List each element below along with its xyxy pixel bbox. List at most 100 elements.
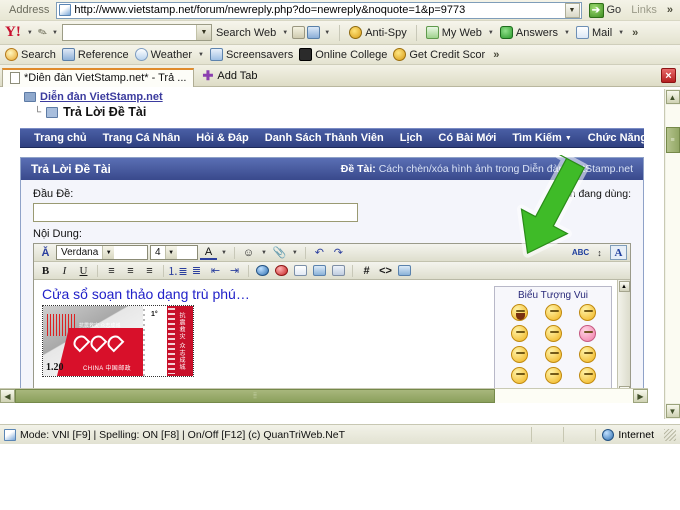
nav-item-home[interactable]: Trang chủ bbox=[26, 132, 95, 144]
italic-button[interactable]: I bbox=[56, 263, 73, 278]
attachment-arrow-icon[interactable]: ▼ bbox=[290, 250, 300, 256]
shortcut-weather[interactable]: Weather bbox=[133, 48, 194, 61]
yahoo-overflow-icon[interactable]: » bbox=[628, 27, 642, 39]
vscroll-thumb[interactable]: ≡ bbox=[665, 127, 680, 153]
insert-email-button[interactable] bbox=[292, 263, 309, 278]
highlighter-icon[interactable]: ✎ bbox=[35, 24, 50, 40]
browser-tab[interactable]: *Diễn đàn VietStamp.net* - Trả ... bbox=[2, 67, 195, 87]
yahoo-logo-icon[interactable]: Y! bbox=[3, 24, 23, 41]
emoticon-blush[interactable] bbox=[537, 367, 569, 384]
editor-body[interactable]: Cửa sổ soạn thảo dạng trù phú… 抗震救灾 众志成城… bbox=[34, 280, 494, 398]
inserted-image-selection[interactable]: 抗震救灾 众志成城 1.20 CHINA 中国邮政 1° 抗震救灾 众志成城 bbox=[42, 305, 194, 377]
scroll-down-icon[interactable]: ▼ bbox=[665, 404, 680, 418]
search-web-button[interactable]: Search Web bbox=[214, 27, 278, 39]
nav-item-search[interactable]: Tìm Kiếm ▼ bbox=[504, 132, 579, 144]
bold-button[interactable]: B bbox=[37, 263, 54, 278]
nav-item-functions[interactable]: Chức Năng ▼ bbox=[580, 132, 664, 144]
emoticon-silly[interactable] bbox=[503, 367, 535, 384]
emoticon-wave[interactable] bbox=[571, 304, 603, 321]
emoticon-icon[interactable]: ☺ bbox=[240, 245, 257, 260]
font-family-select[interactable]: Verdana ▼ bbox=[56, 245, 148, 260]
scroll-left-icon[interactable]: ◀ bbox=[0, 389, 15, 403]
my-web-arrow-icon[interactable]: ▼ bbox=[486, 30, 496, 36]
align-center-button[interactable]: ≡ bbox=[122, 263, 139, 278]
mail-arrow-icon[interactable]: ▼ bbox=[616, 30, 626, 36]
answers-button[interactable]: Answers bbox=[498, 26, 560, 39]
yahoo-search-input[interactable]: ▼ bbox=[61, 24, 212, 41]
hscroll-thumb[interactable]: ⦙⦙ bbox=[15, 389, 495, 403]
weather-arrow-icon[interactable]: ▼ bbox=[196, 52, 206, 58]
scroll-right-icon[interactable]: ▶ bbox=[633, 389, 648, 403]
address-dropdown-icon[interactable]: ▼ bbox=[564, 2, 580, 18]
emoticon-neutral[interactable] bbox=[537, 304, 569, 321]
mail-button[interactable]: Mail bbox=[574, 26, 614, 39]
security-zone[interactable]: Internet bbox=[595, 428, 660, 441]
yahoo-search-dropdown-icon[interactable]: ▼ bbox=[195, 25, 211, 40]
nav-item-members[interactable]: Danh Sách Thành Viên bbox=[257, 132, 392, 144]
insert-media-button[interactable] bbox=[396, 263, 413, 278]
emoticon-cool[interactable] bbox=[503, 325, 535, 342]
my-web-button[interactable]: My Web bbox=[424, 26, 484, 39]
insert-flash-button[interactable] bbox=[330, 263, 347, 278]
font-color-icon[interactable]: A bbox=[200, 245, 217, 260]
scroll-up-icon[interactable]: ▲ bbox=[665, 90, 680, 104]
source-code-button[interactable]: <> bbox=[377, 263, 394, 278]
shortcut-credit-score[interactable]: Get Credit Scor bbox=[391, 48, 487, 61]
toggle-rich-text-icon[interactable]: A bbox=[610, 245, 627, 260]
breadcrumb-root-link[interactable]: Diễn đàn VietStamp.net bbox=[40, 91, 163, 103]
add-tab-button[interactable]: ✚ Add Tab bbox=[194, 68, 265, 84]
nav-item-calendar[interactable]: Lịch bbox=[392, 132, 431, 144]
links-button[interactable]: Links bbox=[628, 4, 660, 16]
highlighter-arrow-icon[interactable]: ▼ bbox=[50, 30, 60, 36]
yahoo-menu-arrow-icon[interactable]: ▼ bbox=[25, 30, 35, 36]
indent-button[interactable]: ⇥ bbox=[226, 263, 243, 278]
shortcut-search[interactable]: Search bbox=[3, 48, 58, 61]
remove-link-button[interactable] bbox=[273, 263, 290, 278]
nav-item-profile[interactable]: Trang Cá Nhân bbox=[95, 132, 189, 144]
editor-vertical-scrollbar[interactable]: ▲ ▼ bbox=[617, 280, 630, 398]
yahoo-pencil-icon[interactable] bbox=[292, 26, 306, 39]
emoticon-kiss[interactable] bbox=[503, 346, 535, 363]
spellcheck-icon[interactable]: ABC bbox=[572, 245, 589, 260]
insert-link-button[interactable] bbox=[254, 263, 271, 278]
font-color-arrow-icon[interactable]: ▼ bbox=[219, 250, 229, 256]
nav-item-new-posts[interactable]: Có Bài Mới bbox=[430, 132, 504, 144]
resize-grip-icon[interactable] bbox=[664, 428, 676, 441]
outdent-button[interactable]: ⇤ bbox=[207, 263, 224, 278]
editor-content-area[interactable]: Cửa sổ soạn thảo dạng trù phú… 抗震救灾 众志成城… bbox=[34, 280, 630, 398]
redo-icon[interactable]: ↷ bbox=[330, 245, 347, 260]
ordered-list-button[interactable]: ⒈≣ bbox=[167, 263, 187, 278]
address-input[interactable]: http://www.vietstamp.net/forum/newreply.… bbox=[56, 1, 582, 19]
scroll-up-icon[interactable]: ▲ bbox=[618, 281, 630, 292]
close-tab-button[interactable]: × bbox=[661, 68, 676, 83]
nav-item-faq[interactable]: Hỏi & Đáp bbox=[188, 132, 257, 144]
font-size-select[interactable]: 4 ▼ bbox=[150, 245, 198, 260]
attachment-icon[interactable]: 📎 bbox=[271, 245, 288, 260]
insert-anchor-button[interactable]: # bbox=[358, 263, 375, 278]
page-horizontal-scrollbar[interactable]: ◀ ⦙⦙ ▶ bbox=[0, 388, 648, 403]
yahoo-panel-arrow-icon[interactable]: ▼ bbox=[322, 30, 332, 36]
align-left-button[interactable]: ≡ bbox=[103, 263, 120, 278]
emoticon-happy[interactable] bbox=[571, 367, 603, 384]
shortcut-overflow-icon[interactable]: » bbox=[489, 49, 503, 61]
search-web-arrow-icon[interactable]: ▼ bbox=[280, 30, 290, 36]
emoticon-arrow-icon[interactable]: ▼ bbox=[259, 250, 269, 256]
anti-spy-button[interactable]: Anti-Spy bbox=[347, 26, 409, 39]
shortcut-reference[interactable]: Reference bbox=[60, 48, 131, 61]
subject-input[interactable] bbox=[33, 203, 358, 222]
underline-button[interactable]: U bbox=[75, 263, 92, 278]
yahoo-panel-icon[interactable] bbox=[307, 26, 321, 39]
address-overflow-icon[interactable]: » bbox=[663, 4, 677, 16]
browser-vertical-scrollbar[interactable]: ▲ ≡ ▼ bbox=[664, 89, 680, 419]
vietnamese-input-icon[interactable]: Ă bbox=[37, 245, 54, 260]
emoticon-angry[interactable] bbox=[571, 325, 603, 342]
emoticon-tongue[interactable] bbox=[537, 325, 569, 342]
shortcut-screensavers[interactable]: Screensavers bbox=[208, 48, 295, 61]
line-spacing-icon[interactable]: ↕ bbox=[591, 245, 608, 260]
emoticon-smile[interactable] bbox=[571, 346, 603, 363]
answers-arrow-icon[interactable]: ▼ bbox=[562, 30, 572, 36]
shortcut-online-college[interactable]: Online College bbox=[297, 48, 389, 61]
align-right-button[interactable]: ≡ bbox=[141, 263, 158, 278]
insert-image-button[interactable] bbox=[311, 263, 328, 278]
vscroll-track[interactable]: ≡ bbox=[665, 105, 680, 403]
